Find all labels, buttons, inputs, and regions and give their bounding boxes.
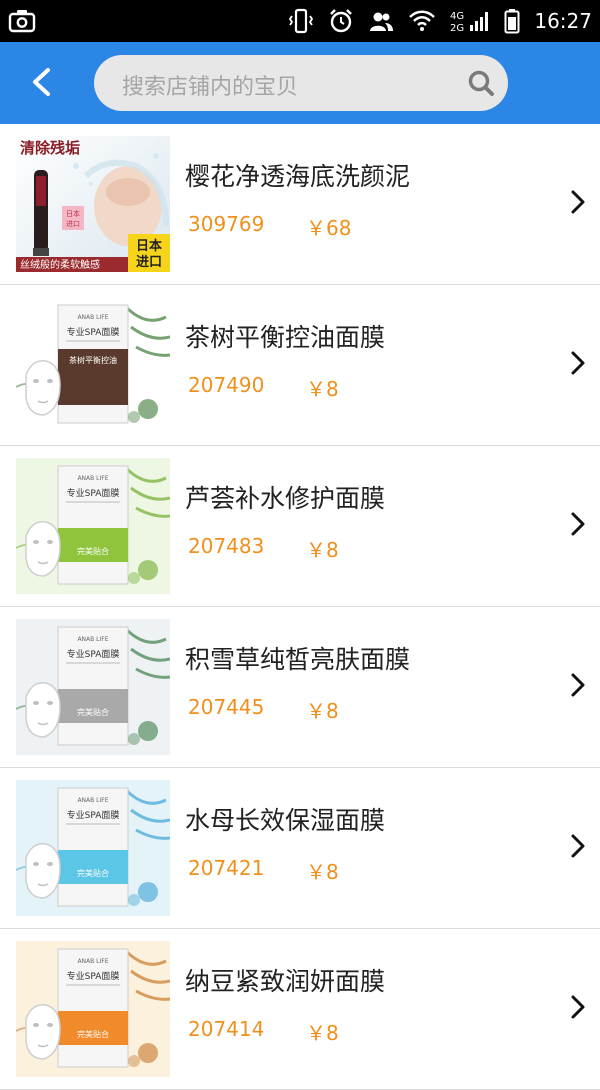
- status-bar: 4G 2G 16:27: [0, 0, 600, 42]
- svg-text:进口: 进口: [66, 220, 80, 228]
- chevron-right-icon[interactable]: [568, 672, 588, 698]
- svg-text:2G: 2G: [450, 23, 464, 34]
- product-list: 日本 进口 清除残垢 丝绒般的柔软触感 日本 进口 樱花净透海底洗颜泥 30976…: [0, 124, 600, 1090]
- product-image-mask: ANAB LIFE 专业SPA面膜 茶树平衡控油: [16, 297, 170, 433]
- product-title: 水母长效保湿面膜: [185, 806, 386, 835]
- product-title: 樱花净透海底洗颜泥: [185, 162, 411, 191]
- svg-text:4G: 4G: [450, 11, 464, 22]
- product-code: 207490: [188, 373, 265, 397]
- product-price: ￥8: [306, 1021, 339, 1045]
- chevron-right-icon[interactable]: [568, 511, 588, 537]
- product-price: ￥8: [306, 377, 339, 401]
- status-time: 16:27: [534, 9, 592, 33]
- chevron-right-icon[interactable]: [568, 350, 588, 376]
- contacts-icon: [370, 12, 394, 31]
- chevron-right-icon[interactable]: [568, 833, 588, 859]
- product-image-mask: ANAB LIFE 专业SPA面膜 完美贴合: [16, 619, 170, 755]
- product-list-item[interactable]: ANAB LIFE 专业SPA面膜 完美贴合 芦荟补水修护面膜 207483 ￥8: [0, 446, 600, 607]
- svg-text:完美贴合: 完美贴合: [77, 707, 109, 717]
- product-list-item[interactable]: ANAB LIFE 专业SPA面膜 完美贴合 纳豆紧致润妍面膜 207414 ￥8: [0, 929, 600, 1090]
- product-thumbnail[interactable]: ANAB LIFE 专业SPA面膜 完美贴合: [16, 458, 170, 594]
- svg-text:专业SPA面膜: 专业SPA面膜: [67, 809, 120, 821]
- svg-text:专业SPA面膜: 专业SPA面膜: [67, 326, 120, 338]
- product-title: 积雪草纯皙亮肤面膜: [185, 645, 411, 674]
- product-image-mask: ANAB LIFE 专业SPA面膜 完美贴合: [16, 780, 170, 916]
- svg-text:清除残垢: 清除残垢: [20, 139, 80, 157]
- status-icons: 4G 2G 16:27: [288, 6, 592, 36]
- svg-text:专业SPA面膜: 专业SPA面膜: [67, 487, 120, 499]
- product-thumbnail[interactable]: ANAB LIFE 专业SPA面膜 茶树平衡控油: [16, 297, 170, 433]
- svg-text:茶树平衡控油: 茶树平衡控油: [69, 355, 117, 365]
- wifi-icon: [409, 10, 436, 31]
- svg-text:ANAB LIFE: ANAB LIFE: [77, 636, 108, 643]
- chevron-right-icon[interactable]: [568, 189, 588, 215]
- product-list-item[interactable]: ANAB LIFE 专业SPA面膜 完美贴合 积雪草纯皙亮肤面膜 207445 ￥8: [0, 607, 600, 768]
- product-title: 纳豆紧致润妍面膜: [185, 967, 386, 996]
- svg-text:ANAB LIFE: ANAB LIFE: [77, 797, 108, 804]
- product-code: 207414: [188, 1017, 265, 1041]
- chevron-right-icon[interactable]: [568, 994, 588, 1020]
- product-image-cleanser: 日本 进口 清除残垢 丝绒般的柔软触感 日本 进口: [16, 136, 170, 272]
- svg-text:ANAB LIFE: ANAB LIFE: [77, 958, 108, 965]
- product-image-mask: ANAB LIFE 专业SPA面膜 完美贴合: [16, 458, 170, 594]
- svg-text:专业SPA面膜: 专业SPA面膜: [67, 970, 120, 982]
- svg-text:完美贴合: 完美贴合: [77, 1029, 109, 1039]
- product-title: 茶树平衡控油面膜: [185, 323, 386, 352]
- cellular-4g-2g-icon: 4G 2G: [450, 11, 489, 34]
- top-bar: 搜索店铺内的宝贝: [0, 42, 600, 124]
- product-list-item[interactable]: 日本 进口 清除残垢 丝绒般的柔软触感 日本 进口 樱花净透海底洗颜泥 30976…: [0, 124, 600, 285]
- svg-text:丝绒般的柔软触感: 丝绒般的柔软触感: [20, 258, 100, 271]
- product-list-item[interactable]: ANAB LIFE 专业SPA面膜 完美贴合 水母长效保湿面膜 207421 ￥8: [0, 768, 600, 929]
- product-code: 207445: [188, 695, 265, 719]
- svg-text:完美贴合: 完美贴合: [77, 868, 109, 878]
- product-image-mask: ANAB LIFE 专业SPA面膜 完美贴合: [16, 941, 170, 1077]
- svg-text:日本: 日本: [136, 238, 162, 254]
- svg-text:完美贴合: 完美贴合: [77, 546, 109, 556]
- screenshot-icon: [8, 10, 36, 33]
- product-code: 309769: [188, 212, 265, 236]
- svg-text:专业SPA面膜: 专业SPA面膜: [67, 648, 120, 660]
- search-icon[interactable]: [466, 68, 496, 98]
- product-price: ￥8: [306, 538, 339, 562]
- image-label-text: 日本: [66, 209, 80, 218]
- product-list-item[interactable]: ANAB LIFE 专业SPA面膜 茶树平衡控油 茶树平衡控油面膜 207490 ￥…: [0, 285, 600, 446]
- search-input[interactable]: 搜索店铺内的宝贝: [94, 55, 508, 111]
- product-thumbnail[interactable]: ANAB LIFE 专业SPA面膜 完美贴合: [16, 941, 170, 1077]
- product-price: ￥8: [306, 699, 339, 723]
- svg-text:进口: 进口: [136, 255, 162, 270]
- product-thumbnail[interactable]: ANAB LIFE 专业SPA面膜 完美贴合: [16, 619, 170, 755]
- vibrate-icon: [289, 8, 314, 34]
- product-price: ￥8: [306, 860, 339, 884]
- product-code: 207483: [188, 534, 265, 558]
- alarm-icon: [330, 9, 353, 33]
- product-thumbnail[interactable]: 日本 进口 清除残垢 丝绒般的柔软触感 日本 进口: [16, 136, 170, 272]
- back-chevron-icon[interactable]: [24, 64, 60, 100]
- product-code: 207421: [188, 856, 265, 880]
- product-title: 芦荟补水修护面膜: [185, 484, 386, 513]
- product-price: ￥68: [306, 216, 352, 240]
- search-placeholder: 搜索店铺内的宝贝: [122, 75, 299, 100]
- battery-icon: [504, 9, 520, 34]
- svg-text:ANAB LIFE: ANAB LIFE: [77, 475, 108, 482]
- product-thumbnail[interactable]: ANAB LIFE 专业SPA面膜 完美贴合: [16, 780, 170, 916]
- svg-text:ANAB LIFE: ANAB LIFE: [77, 314, 108, 321]
